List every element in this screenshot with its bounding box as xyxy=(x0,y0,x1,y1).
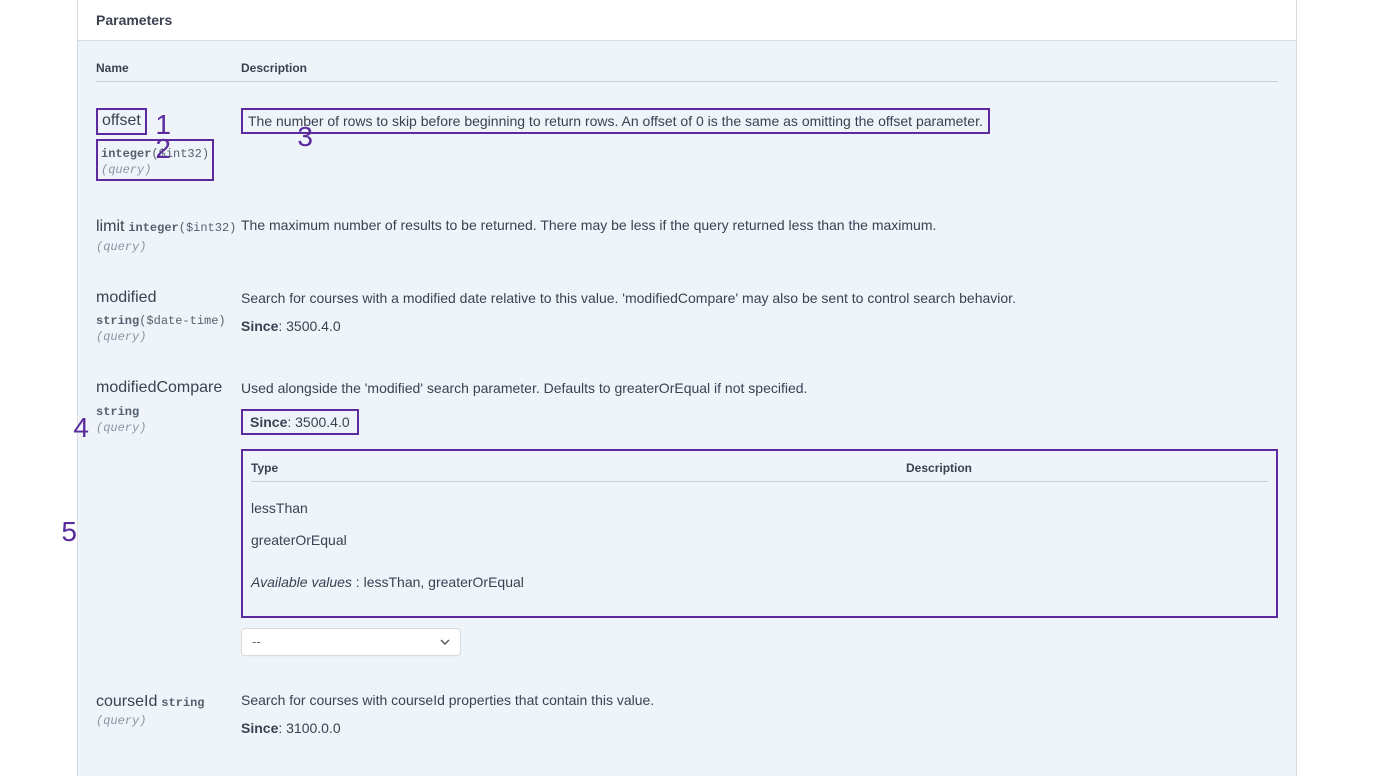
param-in-modifiedcompare: (query) xyxy=(96,421,241,435)
annotation-number-5: 5 xyxy=(47,516,77,548)
parameters-table: Name Description offset integer($int32) … xyxy=(96,61,1278,736)
param-type-limit: integer($int32) xyxy=(128,221,236,235)
param-in-courseid: (query) xyxy=(96,714,241,728)
modifiedcompare-select[interactable]: -- xyxy=(241,628,461,656)
param-row-courseid: courseId string (query) Search for cours… xyxy=(96,678,1278,736)
param-name-modified: modified xyxy=(96,288,156,309)
enum-column-header-type: Type xyxy=(251,461,906,475)
parameters-table-header: Name Description xyxy=(96,61,1278,82)
param-since-modifiedcompare: Since: 3500.4.0 xyxy=(241,409,359,435)
column-header-name: Name xyxy=(96,61,241,75)
annotation-number-3: 3 xyxy=(283,121,313,153)
parameters-section-header: Parameters xyxy=(78,0,1296,41)
param-description-modifiedcompare: Used alongside the 'modified' search par… xyxy=(241,378,1278,398)
available-values-line: Available values : lessThan, greaterOrEq… xyxy=(251,574,1268,590)
param-row-modifiedcompare: 4 5 modifiedCompare string (query) Used … xyxy=(96,366,1278,677)
enum-table-modifiedcompare: Type Description lessThan greaterOrEqual… xyxy=(241,449,1278,618)
param-since-courseid: Since: 3100.0.0 xyxy=(241,720,1278,736)
annotation-number-2: 2 xyxy=(141,133,171,165)
param-row-modified: modified string($date-time) (query) Sear… xyxy=(96,276,1278,367)
param-type-modifiedcompare: string xyxy=(96,405,139,419)
enum-value-lessthan: lessThan xyxy=(251,492,1268,524)
param-in-modified: (query) xyxy=(96,330,241,344)
param-name-offset: offset xyxy=(96,108,147,135)
param-description-limit: The maximum number of results to be retu… xyxy=(241,215,1278,235)
param-name-courseid: courseId xyxy=(96,692,157,713)
param-type-modified: string($date-time) xyxy=(96,314,226,328)
column-header-description: Description xyxy=(241,61,1278,75)
param-name-modifiedcompare: modifiedCompare xyxy=(96,378,222,399)
param-description-courseid: Search for courses with courseId propert… xyxy=(241,690,1278,710)
param-description-offset: The number of rows to skip before beginn… xyxy=(241,108,990,134)
param-row-offset: offset integer($int32) (query) The numbe… xyxy=(96,96,1278,203)
param-description-modified: Search for courses with a modified date … xyxy=(241,288,1278,308)
annotation-number-4: 4 xyxy=(59,412,89,444)
param-in-limit: (query) xyxy=(96,240,241,254)
select-placeholder-text: -- xyxy=(252,634,440,649)
param-since-modified: Since: 3500.4.0 xyxy=(241,318,1278,334)
enum-column-header-description: Description xyxy=(906,461,1268,475)
param-row-limit: limit integer($int32) (query) The maximu… xyxy=(96,203,1278,276)
param-name-limit: limit xyxy=(96,217,124,238)
chevron-down-icon xyxy=(440,637,450,647)
param-type-courseid: string xyxy=(161,696,204,710)
enum-value-greaterorequal: greaterOrEqual xyxy=(251,524,1268,556)
